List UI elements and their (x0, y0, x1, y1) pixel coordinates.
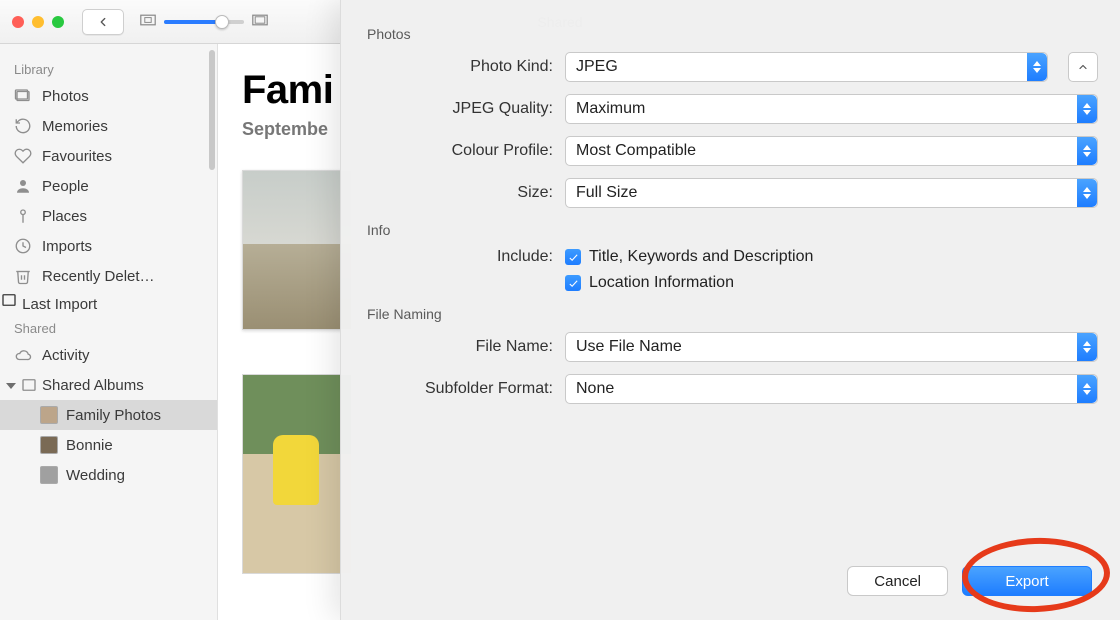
sidebar-item-activity[interactable]: Activity (0, 340, 217, 370)
select-value: None (576, 380, 614, 398)
sidebar-item-label: Wedding (66, 467, 125, 484)
import-rect-icon (0, 296, 18, 313)
sidebar-item-family-photos[interactable]: Family Photos (0, 400, 217, 430)
select-size[interactable]: Full Size (565, 178, 1098, 208)
sidebar-item-label: Recently Delet… (42, 268, 155, 285)
photo-thumbnail[interactable] (242, 374, 352, 574)
label-subfolder-format: Subfolder Format: (363, 380, 553, 398)
album-thumbnail-icon (40, 406, 58, 424)
cloud-icon (14, 346, 32, 364)
sidebar-item-memories[interactable]: Memories (0, 111, 217, 141)
stepper-arrows-icon[interactable] (1027, 53, 1047, 81)
photos-app-window: Shared Library Photos Memories Favourite… (0, 0, 1120, 620)
sidebar: Library Photos Memories Favourites Peopl… (0, 44, 218, 620)
stepper-arrows-icon[interactable] (1077, 137, 1097, 165)
export-button[interactable]: Export (962, 566, 1092, 596)
sidebar-item-label: Places (42, 208, 87, 225)
checkbox-title-keywords[interactable]: Title, Keywords and Description (565, 248, 813, 266)
album-rect-icon (20, 376, 38, 394)
thumbnail-zoom-control (140, 13, 268, 31)
scrollbar[interactable] (209, 50, 215, 170)
sidebar-item-bonnie[interactable]: Bonnie (0, 430, 217, 460)
select-subfolder-format[interactable]: None (565, 374, 1098, 404)
sidebar-item-label: Bonnie (66, 437, 113, 454)
sidebar-item-label: Favourites (42, 148, 112, 165)
select-file-name[interactable]: Use File Name (565, 332, 1098, 362)
heart-icon (14, 147, 32, 165)
checkbox-checked-icon (565, 275, 581, 291)
label-colour-profile: Colour Profile: (363, 142, 553, 160)
select-jpeg-quality[interactable]: Maximum (565, 94, 1098, 124)
sidebar-section-library: Library (0, 54, 217, 81)
chevron-left-icon (96, 15, 110, 29)
label-photo-kind: Photo Kind: (363, 58, 553, 76)
checkbox-label: Location Information (589, 274, 734, 292)
minimize-window-icon[interactable] (32, 16, 44, 28)
disclosure-triangle-icon[interactable] (6, 383, 16, 389)
back-button[interactable] (82, 9, 124, 35)
export-sheet: Photos Photo Kind: JPEG JPEG Quality: Ma… (340, 0, 1120, 620)
fullscreen-window-icon[interactable] (52, 16, 64, 28)
sidebar-item-people[interactable]: People (0, 171, 217, 201)
clock-icon (14, 237, 32, 255)
sidebar-item-imports[interactable]: Imports (0, 231, 217, 261)
clock-history-icon (14, 117, 32, 135)
group-title-file-naming: File Naming (367, 306, 1098, 322)
sidebar-item-photos[interactable]: Photos (0, 81, 217, 111)
sidebar-item-favourites[interactable]: Favourites (0, 141, 217, 171)
checkbox-checked-icon (565, 249, 581, 265)
label-jpeg-quality: JPEG Quality: (363, 100, 553, 118)
chevron-up-icon (1077, 61, 1089, 73)
sidebar-item-label: Activity (42, 347, 90, 364)
select-value: Most Compatible (576, 142, 696, 160)
stepper-arrows-icon[interactable] (1077, 333, 1097, 361)
sidebar-item-label: Last Import (22, 296, 97, 313)
close-window-icon[interactable] (12, 16, 24, 28)
stepper-arrows-icon[interactable] (1077, 375, 1097, 403)
stepper-arrows-icon[interactable] (1077, 179, 1097, 207)
sidebar-item-label: Memories (42, 118, 108, 135)
photo-thumbnail[interactable] (242, 170, 352, 330)
sidebar-section-shared: Shared (0, 313, 217, 340)
select-value: Full Size (576, 184, 637, 202)
select-value: Use File Name (576, 338, 682, 356)
sidebar-item-wedding[interactable]: Wedding (0, 460, 217, 490)
window-controls (12, 16, 64, 28)
group-title-info: Info (367, 222, 1098, 238)
zoom-large-icon (252, 13, 268, 31)
select-value: Maximum (576, 100, 645, 118)
sheet-footer: Cancel Export (363, 546, 1098, 610)
person-icon (14, 177, 32, 195)
sidebar-item-recently-deleted[interactable]: Recently Delet… (0, 261, 217, 291)
zoom-small-icon (140, 13, 156, 31)
select-photo-kind[interactable]: JPEG (565, 52, 1048, 82)
group-title-photos: Photos (367, 26, 1098, 42)
zoom-slider[interactable] (164, 20, 244, 24)
photos-stack-icon (14, 87, 32, 105)
sidebar-item-places[interactable]: Places (0, 201, 217, 231)
label-file-name: File Name: (363, 338, 553, 356)
select-colour-profile[interactable]: Most Compatible (565, 136, 1098, 166)
checkbox-location[interactable]: Location Information (565, 274, 813, 292)
trash-icon (14, 267, 32, 285)
collapse-section-button[interactable] (1068, 52, 1098, 82)
cancel-button[interactable]: Cancel (847, 566, 948, 596)
sidebar-item-label: Imports (42, 238, 92, 255)
checkbox-label: Title, Keywords and Description (589, 248, 813, 266)
sidebar-item-label: People (42, 178, 89, 195)
album-thumbnail-icon (40, 466, 58, 484)
album-thumbnail-icon (40, 436, 58, 454)
label-include: Include: (363, 248, 553, 266)
sidebar-item-last-import[interactable]: Last Import (0, 291, 217, 313)
pin-icon (14, 207, 32, 225)
stepper-arrows-icon[interactable] (1077, 95, 1097, 123)
sidebar-item-label: Shared Albums (42, 377, 144, 394)
label-size: Size: (363, 184, 553, 202)
select-value: JPEG (576, 58, 618, 76)
sidebar-item-shared-albums[interactable]: Shared Albums (0, 370, 217, 400)
sidebar-item-label: Family Photos (66, 407, 161, 424)
sidebar-item-label: Photos (42, 88, 89, 105)
slider-knob[interactable] (215, 15, 229, 29)
